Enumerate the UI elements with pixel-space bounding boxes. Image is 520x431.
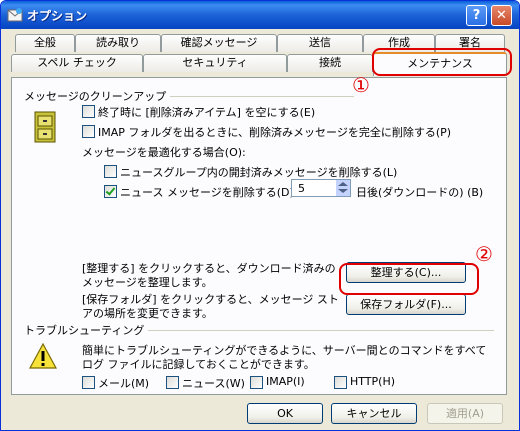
delete-news-checkbox[interactable]	[104, 185, 117, 198]
outlook-express-icon	[7, 8, 23, 22]
cancel-button[interactable]: キャンセル	[331, 403, 417, 424]
tab-read[interactable]: 読み取り	[75, 34, 161, 52]
imap-purge-checkbox[interactable]	[82, 125, 95, 138]
delete-news-label[interactable]: ニュース メッセージを削除する(D)	[120, 184, 294, 200]
cleanup-heading: メッセージのクリーンアップ	[24, 88, 171, 104]
tab-general[interactable]: 全般	[15, 34, 75, 52]
optimize-label: メッセージを最適化する場合(O):	[82, 146, 246, 159]
days-value[interactable]: 5	[298, 182, 305, 195]
log-imap-label[interactable]: IMAP(I)	[266, 375, 305, 388]
log-news-checkbox[interactable]	[166, 376, 179, 389]
delete-read-news-checkbox[interactable]	[104, 165, 117, 178]
help-button[interactable]: ?	[466, 5, 487, 26]
log-mail-checkbox[interactable]	[82, 376, 95, 389]
empty-deleted-label[interactable]: 終了時に [削除済みアイテム] を空にする(E)	[98, 104, 315, 120]
log-mail-label[interactable]: メール(M)	[98, 375, 149, 391]
days-spinner[interactable]	[336, 180, 350, 196]
days-spin-input[interactable]: 5	[291, 179, 351, 197]
spin-down-icon[interactable]	[338, 189, 348, 193]
tab-receipts[interactable]: 確認メッセージ	[161, 34, 277, 52]
tab-spelling[interactable]: スペル チェック	[11, 54, 143, 72]
apply-button[interactable]: 適用(A)	[427, 403, 503, 424]
maintenance-panel: メッセージのクリーンアップ 終了時に [削除済みアイテム] を空にする(E) I…	[11, 77, 507, 395]
imap-purge-label[interactable]: IMAP フォルダを出るときに、削除済みメッセージを完全に削除する(P)	[98, 124, 451, 140]
tab-send[interactable]: 送信	[277, 34, 363, 52]
troubleshoot-description: 簡単にトラブルシューティングができるように、サーバー間とのコマンドをすべてログ …	[82, 344, 487, 371]
log-http-label[interactable]: HTTP(H)	[350, 375, 395, 388]
spin-up-icon[interactable]	[338, 182, 348, 186]
empty-deleted-checkbox[interactable]	[82, 105, 95, 118]
days-suffix-label: 日後(ダウンロードの) (B)	[356, 186, 484, 199]
log-http-checkbox[interactable]	[334, 376, 347, 389]
store-folder-button[interactable]: 保存フォルダ(F)...	[346, 294, 466, 315]
options-dialog: オプション ? ✕ 全般 読み取り 確認メッセージ 送信 作成 署名 スペル チ…	[0, 0, 520, 431]
tab-security[interactable]: セキュリティ	[143, 54, 287, 72]
cleanup-description: [整理する] をクリックすると、ダウンロード済みのメッセージを整理します。	[82, 262, 336, 289]
window-title: オプション	[27, 9, 88, 23]
close-button[interactable]: ✕	[491, 5, 512, 26]
delete-read-news-label[interactable]: ニュースグループ内の開封済みメッセージを削除する(L)	[120, 164, 397, 180]
dialog-client: 全般 読み取り 確認メッセージ 送信 作成 署名 スペル チェック セキュリティ…	[1, 29, 519, 430]
callout-marker-1: ①	[352, 73, 370, 97]
troubleshoot-heading: トラブルシューティング	[24, 322, 149, 338]
title-bar[interactable]: オプション ? ✕	[1, 1, 519, 29]
callout-marker-2: ②	[475, 242, 493, 266]
file-cabinet-icon	[34, 111, 56, 143]
store-folder-description: [保存フォルダ] をクリックすると、メッセージ ストアの場所を変更できます。	[82, 293, 339, 320]
log-imap-checkbox[interactable]	[250, 376, 263, 389]
log-news-label[interactable]: ニュース(W)	[182, 375, 245, 391]
ok-button[interactable]: OK	[247, 403, 323, 424]
tab-connection[interactable]: 接続	[287, 54, 373, 72]
warning-icon	[28, 342, 58, 369]
callout-box-1	[372, 48, 512, 76]
callout-box-2	[339, 263, 479, 295]
